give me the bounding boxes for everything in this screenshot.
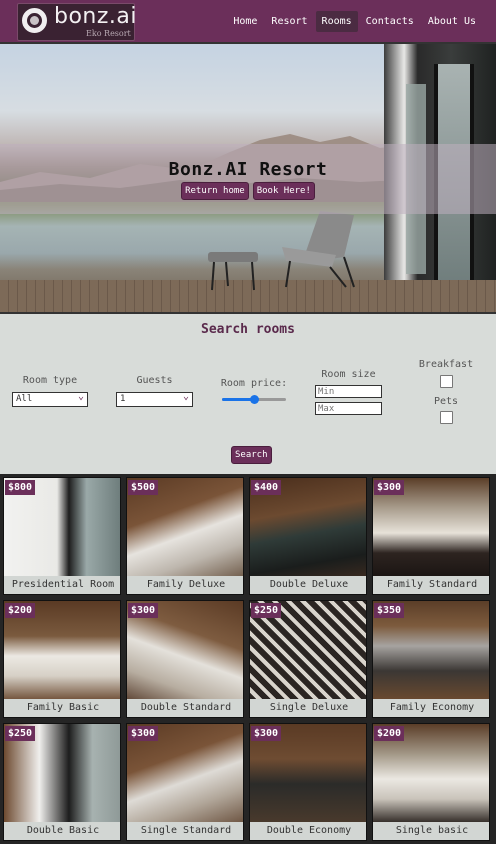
brand-tagline: Eko Resort bbox=[86, 29, 131, 38]
pets-label: Pets bbox=[433, 396, 459, 407]
room-name: Single basic bbox=[373, 822, 489, 840]
room-name: Single Standard bbox=[127, 822, 243, 840]
guests-select[interactable]: 1 ⌄ bbox=[116, 391, 193, 407]
price-slider[interactable] bbox=[222, 395, 286, 404]
brand-name: bonz.ai bbox=[54, 4, 138, 29]
room-name: Family Standard bbox=[373, 576, 489, 594]
room-card[interactable]: $800 Presidential Room bbox=[3, 477, 121, 595]
room-card[interactable]: $200 Single basic bbox=[372, 723, 490, 841]
room-card[interactable]: $250 Single Deluxe bbox=[249, 600, 367, 718]
room-size-min-input[interactable] bbox=[315, 385, 382, 398]
room-price: $400 bbox=[251, 480, 282, 495]
guests-value: 1 bbox=[120, 394, 126, 404]
room-price: $300 bbox=[128, 603, 159, 618]
room-price: $300 bbox=[251, 726, 282, 741]
breakfast-label: Breakfast bbox=[418, 359, 474, 370]
room-card[interactable]: $400 Double Deluxe bbox=[249, 477, 367, 595]
logo-mark-icon bbox=[22, 8, 47, 33]
room-name: Family Deluxe bbox=[127, 576, 243, 594]
nav-rooms[interactable]: Rooms bbox=[315, 11, 358, 32]
room-price: $300 bbox=[374, 480, 405, 495]
room-name: Single Deluxe bbox=[250, 699, 366, 717]
room-name: Double Basic bbox=[4, 822, 120, 840]
room-type-label: Room type bbox=[22, 375, 78, 386]
room-name: Double Deluxe bbox=[250, 576, 366, 594]
rooms-grid: $800 Presidential Room $500 Family Delux… bbox=[0, 474, 496, 844]
hero-title: Bonz.AI Resort bbox=[168, 159, 328, 180]
room-name: Presidential Room bbox=[4, 576, 120, 594]
room-name: Double Economy bbox=[250, 822, 366, 840]
nav-links: Home Resort Rooms Contacts About Us bbox=[227, 11, 482, 32]
room-name: Double Standard bbox=[127, 699, 243, 717]
room-card[interactable]: $300 Family Standard bbox=[372, 477, 490, 595]
room-card[interactable]: $350 Family Economy bbox=[372, 600, 490, 718]
room-type-select[interactable]: All ⌄ bbox=[12, 391, 88, 407]
chevron-down-icon: ⌄ bbox=[77, 391, 84, 402]
room-card[interactable]: $300 Single Standard bbox=[126, 723, 244, 841]
room-name: Family Economy bbox=[373, 699, 489, 717]
hero-buttons: Return home Book Here! bbox=[0, 182, 496, 200]
room-price: $250 bbox=[5, 726, 36, 741]
room-price: $200 bbox=[5, 603, 36, 618]
book-here-button[interactable]: Book Here! bbox=[252, 182, 315, 200]
nav-home[interactable]: Home bbox=[227, 11, 263, 32]
room-size-label: Room size bbox=[321, 369, 376, 380]
breakfast-checkbox[interactable] bbox=[440, 375, 453, 388]
price-label: Room price: bbox=[220, 378, 288, 389]
room-card[interactable]: $250 Double Basic bbox=[3, 723, 121, 841]
search-title: Search rooms bbox=[201, 322, 295, 337]
room-card[interactable]: $500 Family Deluxe bbox=[126, 477, 244, 595]
nav-about-us[interactable]: About Us bbox=[422, 11, 482, 32]
room-type-value: All bbox=[16, 394, 33, 404]
room-price: $500 bbox=[128, 480, 159, 495]
room-price: $300 bbox=[128, 726, 159, 741]
room-size-max-input[interactable] bbox=[315, 402, 382, 415]
room-card[interactable]: $200 Family Basic bbox=[3, 600, 121, 718]
brand-logo[interactable]: bonz.ai Eko Resort bbox=[17, 3, 138, 41]
search-panel: Search rooms Room type All ⌄ Guests 1 ⌄ … bbox=[0, 312, 496, 474]
room-name: Family Basic bbox=[4, 699, 120, 717]
search-button[interactable]: Search bbox=[231, 446, 272, 464]
return-home-button[interactable]: Return home bbox=[181, 182, 249, 200]
pets-checkbox[interactable] bbox=[440, 411, 453, 424]
room-price: $250 bbox=[251, 603, 282, 618]
room-card[interactable]: $300 Double Economy bbox=[249, 723, 367, 841]
nav-resort[interactable]: Resort bbox=[265, 11, 313, 32]
room-price: $350 bbox=[374, 603, 405, 618]
room-price: $200 bbox=[374, 726, 405, 741]
room-card[interactable]: $300 Double Standard bbox=[126, 600, 244, 718]
guests-label: Guests bbox=[136, 375, 173, 386]
nav-contacts[interactable]: Contacts bbox=[360, 11, 420, 32]
chevron-down-icon: ⌄ bbox=[182, 391, 189, 402]
price-slider-thumb[interactable] bbox=[250, 395, 259, 404]
ottoman-illustration bbox=[208, 252, 258, 291]
lounge-chair-illustration bbox=[282, 211, 355, 288]
room-price: $800 bbox=[5, 480, 36, 495]
navbar: bonz.ai Eko Resort Home Resort Rooms Con… bbox=[0, 0, 496, 44]
hero-banner: Bonz.AI Resort Return home Book Here! bbox=[0, 44, 496, 312]
